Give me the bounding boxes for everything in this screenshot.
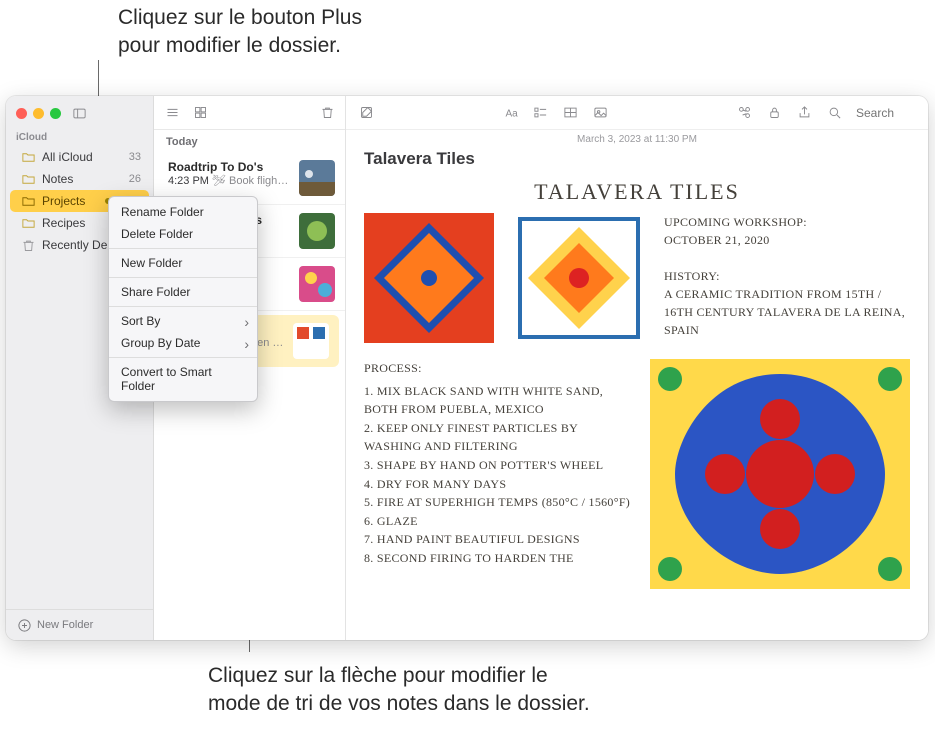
process-step: 3. SHAPE BY HAND ON POTTER'S WHEEL <box>364 456 632 475</box>
note-thumbnail <box>299 213 335 249</box>
menu-sort[interactable]: Sort By <box>109 310 257 332</box>
menu-share[interactable]: Share Folder <box>109 281 257 303</box>
tile-image-1 <box>364 213 494 343</box>
sidebar-item-label: Notes <box>42 172 73 186</box>
grid-view-icon[interactable] <box>192 105 208 121</box>
menu-new[interactable]: New Folder <box>109 252 257 274</box>
menu-delete[interactable]: Delete Folder <box>109 223 257 245</box>
compose-icon[interactable] <box>358 105 374 121</box>
table-icon[interactable] <box>562 105 578 121</box>
search-input[interactable] <box>856 106 916 120</box>
sidebar-item-count: 26 <box>129 173 141 185</box>
sidebar-item-notes[interactable]: Notes 26 <box>10 168 149 190</box>
zoom-button[interactable] <box>50 108 61 119</box>
link-icon[interactable] <box>736 105 752 121</box>
media-icon[interactable] <box>592 105 608 121</box>
note-title: Roadtrip To Do's <box>168 160 291 174</box>
folder-icon <box>20 215 36 231</box>
minimize-button[interactable] <box>33 108 44 119</box>
menu-separator <box>109 357 257 358</box>
process-step: 5. FIRE AT SUPERHIGH TEMPS (850°C / 1560… <box>364 493 632 512</box>
search-icon[interactable] <box>826 105 842 121</box>
list-view-icon[interactable] <box>164 105 180 121</box>
trash-icon <box>20 237 36 253</box>
menu-separator <box>109 248 257 249</box>
tile-image-2 <box>514 213 644 343</box>
checklist-icon[interactable] <box>532 105 548 121</box>
sidebar-section-header: iCloud <box>6 130 153 146</box>
process-step: 1. MIX BLACK SAND WITH WHITE SAND, BOTH … <box>364 382 632 419</box>
trash-icon[interactable] <box>319 105 335 121</box>
note-preview: 🛩 Book flights 🚗… <box>212 175 291 187</box>
sidebar-toggle-icon[interactable] <box>71 105 87 121</box>
process-label: PROCESS: <box>364 359 632 378</box>
lock-icon[interactable] <box>766 105 782 121</box>
font-icon[interactable]: Aa <box>502 105 518 121</box>
workshop-date: OCTOBER 21, 2020 <box>664 231 910 249</box>
folder-context-menu: Rename Folder Delete Folder New Folder S… <box>108 196 258 402</box>
history-text: A CERAMIC TRADITION FROM 15TH / 16TH CEN… <box>664 285 910 339</box>
sidebar-item-label: All iCloud <box>42 150 93 164</box>
handwritten-heading: TALAVERA TILES <box>364 179 910 205</box>
window-titlebar <box>6 96 153 130</box>
sidebar-item-label: Recipes <box>42 216 85 230</box>
menu-convert[interactable]: Convert to Smart Folder <box>109 361 257 397</box>
sidebar-item-label: Projects <box>42 194 85 208</box>
folder-icon <box>20 149 36 165</box>
process-step: 6. GLAZE <box>364 512 632 531</box>
note-thumbnail <box>293 323 329 359</box>
history-label: HISTORY: <box>664 267 910 285</box>
menu-rename[interactable]: Rename Folder <box>109 201 257 223</box>
editor-toolbar: Aa <box>346 96 928 130</box>
note-thumbnail <box>299 160 335 196</box>
process-step: 2. KEEP ONLY FINEST PARTICLES BY WASHING… <box>364 419 632 456</box>
process-section: PROCESS: 1. MIX BLACK SAND WITH WHITE SA… <box>364 359 632 568</box>
tile-image-3 <box>650 359 910 589</box>
note-editor-title: Talavera Tiles <box>346 149 928 175</box>
sidebar-item-count: 33 <box>129 151 141 163</box>
menu-separator <box>109 306 257 307</box>
share-icon[interactable] <box>796 105 812 121</box>
folder-icon <box>20 171 36 187</box>
note-info: UPCOMING WORKSHOP: OCTOBER 21, 2020 HIST… <box>664 213 910 339</box>
note-thumbnail <box>299 266 335 302</box>
callout-top: Cliquez sur le bouton Plus pour modifier… <box>118 4 362 61</box>
menu-separator <box>109 277 257 278</box>
new-folder-label: New Folder <box>37 619 93 631</box>
menu-group[interactable]: Group By Date <box>109 332 257 354</box>
process-step: 8. SECOND FIRING TO HARDEN THE <box>364 549 632 568</box>
notelist-header: Today <box>154 130 345 152</box>
note-body[interactable]: TALAVERA TILES <box>346 175 928 640</box>
notelist-toolbar <box>154 96 345 130</box>
callout-bottom: Cliquez sur la flèche pour modifier le m… <box>208 662 590 719</box>
editor: Aa March 3, 2023 at 11:30 PM Talavera Ti… <box>346 96 928 640</box>
plus-circle-icon <box>16 617 32 633</box>
svg-text:Aa: Aa <box>505 108 518 119</box>
note-date: March 3, 2023 at 11:30 PM <box>346 130 928 149</box>
process-step: 4. DRY FOR MANY DAYS <box>364 475 632 494</box>
note-time: 4:23 PM <box>168 175 209 187</box>
workshop-label: UPCOMING WORKSHOP: <box>664 213 910 231</box>
close-button[interactable] <box>16 108 27 119</box>
folder-icon <box>20 193 36 209</box>
sidebar-item-all[interactable]: All iCloud 33 <box>10 146 149 168</box>
new-folder-button[interactable]: New Folder <box>6 609 153 640</box>
process-step: 7. HAND PAINT BEAUTIFUL DESIGNS <box>364 530 632 549</box>
